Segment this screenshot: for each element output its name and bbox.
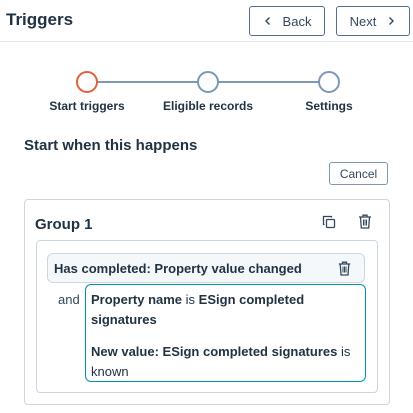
chevron-right-icon	[389, 17, 395, 25]
section-title: Start when this happens	[24, 137, 198, 154]
step-start-triggers-indicator[interactable]	[76, 71, 98, 93]
back-button[interactable]: Back	[249, 6, 325, 36]
delete-group-icon[interactable]	[358, 214, 372, 229]
property-is-text: is	[182, 292, 199, 307]
step-eligible-records-indicator[interactable]	[197, 71, 219, 93]
step-eligible-records-label[interactable]: Eligible records	[163, 99, 253, 113]
stepper-connector	[97, 81, 198, 83]
group-title: Group 1	[35, 216, 93, 233]
next-button-label: Next	[349, 13, 377, 29]
delete-filter-icon[interactable]	[338, 261, 351, 276]
new-value-condition: New value: ESign completed signatures is…	[91, 342, 360, 382]
back-button-label: Back	[282, 13, 312, 29]
step-settings-indicator[interactable]	[318, 71, 340, 93]
copy-icon[interactable]	[322, 215, 336, 229]
step-settings-label[interactable]: Settings	[305, 99, 352, 113]
stepper-connector	[218, 81, 319, 83]
filter-card[interactable]: Has completed: Property value changed	[47, 253, 365, 283]
condition-card[interactable]: Property name is ESign completed signatu…	[85, 284, 366, 382]
filter-container: Has completed: Property value changed an…	[36, 240, 378, 393]
chevron-left-icon	[264, 17, 270, 25]
cancel-button[interactable]: Cancel	[329, 162, 388, 185]
page-title: Triggers	[6, 10, 74, 29]
filter-text: Has completed: Property value changed	[54, 261, 302, 276]
and-connector-label: and	[58, 292, 80, 307]
progress-stepper: Start triggers Eligible records Settings	[0, 62, 413, 122]
trigger-group: Group 1 Has completed: Property value ch…	[24, 199, 390, 405]
new-value-label: New value: ESign completed signatures	[91, 344, 338, 359]
property-condition: Property name is ESign completed signatu…	[91, 290, 360, 330]
page-header: Triggers Back Next	[0, 0, 413, 42]
next-button[interactable]: Next	[336, 6, 410, 36]
property-name-label: Property name	[91, 292, 183, 307]
step-start-triggers-label[interactable]: Start triggers	[49, 99, 124, 113]
